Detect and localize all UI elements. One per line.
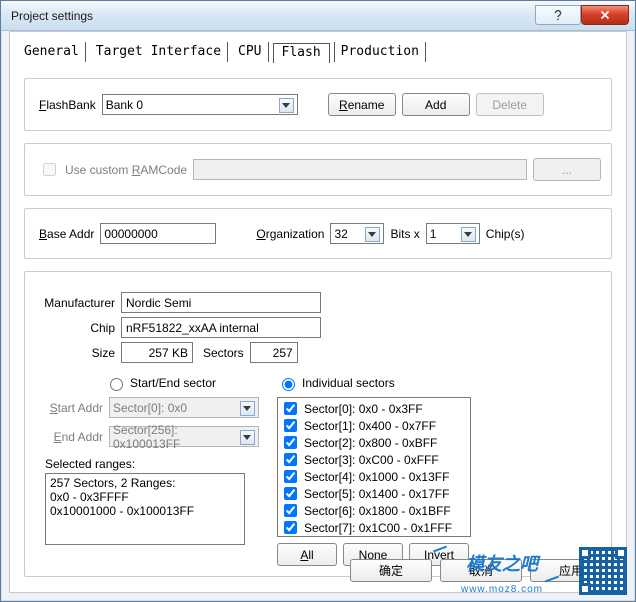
titlebar-close-button[interactable] bbox=[581, 5, 629, 25]
sector-list[interactable]: Sector[0]: 0x0 - 0x3FF Sector[1]: 0x400 … bbox=[277, 397, 471, 537]
organization-label: Organization bbox=[256, 227, 324, 241]
chip-label: Chip bbox=[39, 321, 115, 335]
base-addr-label: Base Addr bbox=[39, 227, 94, 241]
bits-x-label: Bits x bbox=[390, 227, 419, 241]
selected-ranges-label: Selected ranges: bbox=[45, 457, 259, 471]
sector-checkbox[interactable] bbox=[284, 504, 297, 517]
sectors-field: 257 bbox=[250, 342, 298, 363]
dialog-footer: 确定 取消 应用 bbox=[350, 559, 612, 582]
cancel-button[interactable]: 取消 bbox=[440, 559, 522, 582]
delete-button[interactable]: Delete bbox=[476, 93, 544, 116]
manufacturer-label: Manufacturer bbox=[39, 296, 115, 310]
apply-button[interactable]: 应用 bbox=[530, 559, 612, 582]
list-item: 257 Sectors, 2 Ranges: bbox=[50, 476, 240, 490]
use-custom-ramcode-checkbox bbox=[43, 163, 56, 176]
ok-button[interactable]: 确定 bbox=[350, 559, 432, 582]
sector-item: Sector[0]: 0x0 - 0x3FF bbox=[304, 402, 423, 416]
flashbank-select[interactable]: Bank 0 bbox=[102, 94, 298, 115]
sector-checkbox[interactable] bbox=[284, 436, 297, 449]
sector-checkbox[interactable] bbox=[284, 419, 297, 432]
individual-sectors-radio-label: Individual sectors bbox=[302, 376, 395, 390]
sector-checkbox[interactable] bbox=[284, 521, 297, 534]
start-end-radio[interactable] bbox=[110, 378, 123, 391]
sectors-label: Sectors bbox=[203, 346, 244, 360]
individual-sectors-radio[interactable] bbox=[282, 378, 295, 391]
tab-target-interface[interactable]: Target Interface bbox=[90, 42, 228, 62]
titlebar: Project settings bbox=[1, 1, 635, 31]
sector-item: Sector[6]: 0x1800 - 0x1BFF bbox=[304, 504, 451, 518]
list-item: 0x10001000 - 0x100013FF bbox=[50, 504, 240, 518]
chip-field: nRF51822_xxAA internal bbox=[121, 317, 321, 338]
chips-select[interactable]: 1 bbox=[426, 223, 480, 244]
rename-button[interactable]: Rename bbox=[328, 93, 396, 116]
start-end-radio-label: Start/End sector bbox=[130, 376, 216, 390]
size-field: 257 KB bbox=[121, 342, 193, 363]
sector-item: Sector[3]: 0xC00 - 0xFFF bbox=[304, 453, 439, 467]
sector-checkbox[interactable] bbox=[284, 402, 297, 415]
sector-checkbox[interactable] bbox=[284, 470, 297, 483]
tab-bar: General Target Interface CPU Flash Produ… bbox=[10, 32, 626, 62]
titlebar-help-button[interactable] bbox=[535, 5, 581, 25]
sector-item: Sector[2]: 0x800 - 0xBFF bbox=[304, 436, 437, 450]
sector-selection-area: Start/End sector Start Addr Sector[0]: 0… bbox=[39, 375, 601, 566]
sector-item: Sector[5]: 0x1400 - 0x17FF bbox=[304, 487, 449, 501]
flashbank-group: FlashBank Bank 0 Rename Add Delete bbox=[24, 78, 612, 131]
ramcode-browse-button: ... bbox=[533, 158, 601, 181]
client-area: General Target Interface CPU Flash Produ… bbox=[9, 31, 627, 593]
help-icon bbox=[551, 8, 565, 22]
sector-item: Sector[7]: 0x1C00 - 0x1FFF bbox=[304, 521, 452, 535]
start-addr-select: Sector[0]: 0x0 bbox=[109, 397, 259, 418]
tab-flash[interactable]: Flash bbox=[273, 43, 330, 63]
ramcode-group: Use custom RAMCode ... bbox=[24, 143, 612, 196]
window: Project settings General Target Interfac… bbox=[0, 0, 636, 602]
end-addr-label: End Addr bbox=[45, 430, 103, 444]
window-title: Project settings bbox=[11, 9, 535, 23]
selected-ranges-listbox[interactable]: 257 Sectors, 2 Ranges: 0x0 - 0x3FFFF 0x1… bbox=[45, 473, 245, 545]
sector-checkbox[interactable] bbox=[284, 487, 297, 500]
select-all-button[interactable]: All bbox=[277, 543, 337, 566]
organization-select[interactable]: 32 bbox=[330, 223, 384, 244]
end-addr-select: Sector[256]: 0x100013FF bbox=[109, 426, 259, 447]
size-label: Size bbox=[39, 346, 115, 360]
sector-item: Sector[1]: 0x400 - 0x7FF bbox=[304, 419, 436, 433]
tab-cpu[interactable]: CPU bbox=[232, 42, 268, 62]
tab-production[interactable]: Production bbox=[334, 42, 426, 62]
base-addr-input[interactable] bbox=[100, 223, 216, 244]
close-icon bbox=[598, 8, 612, 22]
list-item: 0x0 - 0x3FFFF bbox=[50, 490, 240, 504]
chips-label: Chip(s) bbox=[486, 227, 525, 241]
start-addr-label: Start Addr bbox=[45, 401, 103, 415]
sector-checkbox[interactable] bbox=[284, 453, 297, 466]
sector-item: Sector[4]: 0x1000 - 0x13FF bbox=[304, 470, 449, 484]
use-custom-ramcode-label: Use custom RAMCode bbox=[65, 163, 187, 177]
chip-info-group: Manufacturer Nordic Semi Chip nRF51822_x… bbox=[24, 271, 612, 577]
manufacturer-field: Nordic Semi bbox=[121, 292, 321, 313]
addr-group: Base Addr Organization 32 Bits x 1 Chip(… bbox=[24, 208, 612, 259]
tab-general[interactable]: General bbox=[18, 42, 86, 62]
ramcode-path-input bbox=[193, 159, 527, 180]
add-button[interactable]: Add bbox=[402, 93, 470, 116]
flashbank-label: FlashBank bbox=[39, 98, 96, 112]
